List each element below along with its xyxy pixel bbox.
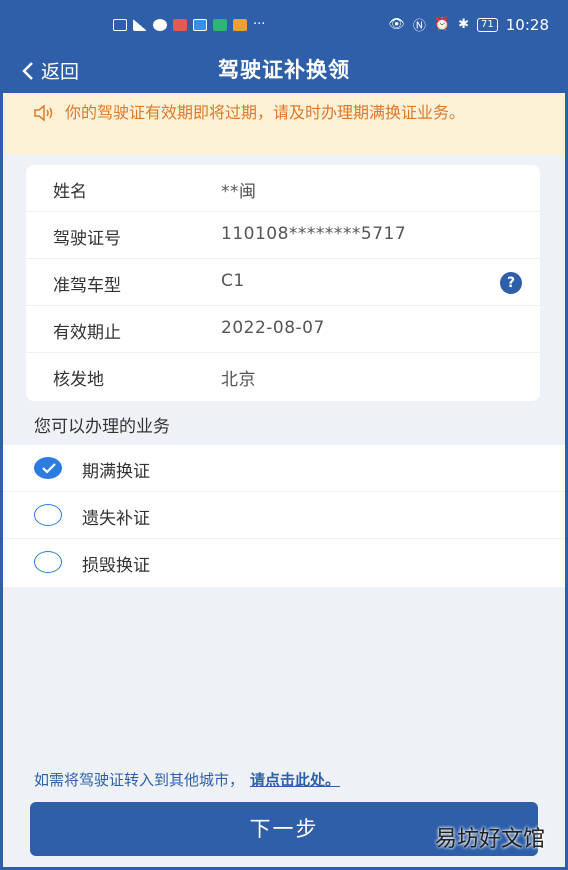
info-value: 110108********5717 — [221, 224, 407, 244]
transfer-text: 如需将驾驶证转入到其他城市， — [34, 771, 245, 789]
info-label: 准驾车型 — [53, 276, 121, 296]
info-row-expiry-date: 有效期止 2022-08-07 — [26, 306, 540, 353]
license-info-card: 姓名 **闽 驾驶证号 110108********5717 准驾车型 C1 ?… — [26, 165, 540, 401]
info-label: 核发地 — [53, 370, 104, 390]
option-label: 损毁换证 — [82, 556, 150, 576]
app-icon — [213, 18, 227, 31]
service-options: 期满换证 遗失补证 损毁换证 — [3, 445, 565, 587]
clock: 10:28 — [505, 15, 549, 34]
alarm-icon: ⏰ — [433, 17, 451, 32]
radio-checked-icon[interactable] — [34, 457, 62, 479]
status-right-icons: 👁 Ⓝ ⏰ ✱ 71 10:28 — [388, 15, 549, 35]
transfer-hint: 如需将驾驶证转入到其他城市， 请点击此处。 — [34, 769, 340, 790]
app-icon — [193, 18, 207, 31]
info-value: 2022-08-07 — [221, 318, 325, 338]
radio-icon[interactable] — [34, 551, 62, 573]
option-renewal[interactable]: 期满换证 — [3, 445, 565, 492]
option-lost-replacement[interactable]: 遗失补证 — [3, 492, 565, 539]
info-label: 有效期止 — [53, 323, 121, 343]
info-row-license-number: 驾驶证号 110108********5717 — [26, 212, 540, 259]
chat-icon — [153, 18, 167, 31]
info-row-issuing-place: 核发地 北京 — [26, 353, 540, 400]
app-icon — [233, 18, 247, 31]
status-left-icons: ··· — [113, 17, 265, 32]
app-icon — [173, 18, 187, 31]
help-icon[interactable]: ? — [500, 272, 522, 294]
status-bar: ··· 👁 Ⓝ ⏰ ✱ 71 10:28 — [3, 13, 565, 39]
option-label: 遗失补证 — [82, 509, 150, 529]
option-damage-replacement[interactable]: 损毁换证 — [3, 539, 565, 586]
hd-icon — [113, 18, 127, 31]
info-row-vehicle-class: 准驾车型 C1 ? — [26, 259, 540, 306]
top-bar: ··· 👁 Ⓝ ⏰ ✱ 71 10:28 返回 驾驶证补换领 — [3, 3, 565, 93]
signal-icon — [133, 18, 147, 31]
info-value: 北京 — [221, 370, 256, 390]
speaker-icon — [34, 104, 53, 122]
expiry-notice: 你的驾驶证有效期即将过期，请及时办理期满换证业务。 — [3, 93, 565, 155]
transfer-link[interactable]: 请点击此处。 — [250, 771, 340, 789]
eye-icon: 👁 — [388, 17, 405, 32]
info-value: **闽 — [221, 182, 257, 202]
radio-icon[interactable] — [34, 504, 62, 526]
info-row-name: 姓名 **闽 — [26, 165, 540, 212]
page-title: 驾驶证补换领 — [218, 58, 350, 82]
notice-text: 你的驾驶证有效期即将过期，请及时办理期满换证业务。 — [65, 103, 466, 122]
info-value: C1 — [221, 271, 245, 291]
option-label: 期满换证 — [82, 462, 150, 482]
section-title: 您可以办理的业务 — [34, 417, 170, 437]
watermark: 易坊好文馆 — [434, 827, 545, 852]
battery-icon: 71 — [477, 17, 498, 32]
more-icon: ··· — [253, 17, 266, 32]
screen: ··· 👁 Ⓝ ⏰ ✱ 71 10:28 返回 驾驶证补换领 你的驾驶证有效期即… — [3, 3, 565, 867]
bluetooth-icon: ✱ — [458, 17, 470, 32]
info-label: 驾驶证号 — [53, 229, 121, 249]
nfc-icon: Ⓝ — [412, 19, 426, 34]
info-label: 姓名 — [53, 182, 87, 202]
